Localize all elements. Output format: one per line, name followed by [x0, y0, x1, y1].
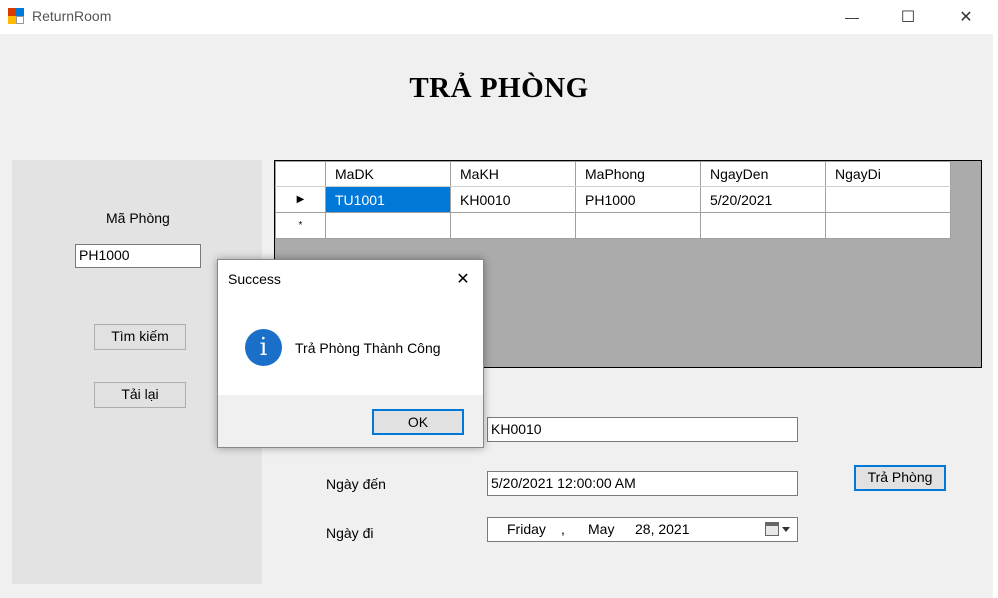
- ok-button[interactable]: OK: [372, 409, 464, 435]
- date-month[interactable]: May: [588, 521, 614, 537]
- grid-cell[interactable]: KH0010: [450, 186, 576, 213]
- reload-button[interactable]: Tải lại: [94, 382, 186, 408]
- close-icon: ✕: [959, 9, 973, 26]
- grid-corner-header: [275, 161, 326, 187]
- dialog-message: Trả Phòng Thành Công: [295, 340, 441, 356]
- grid-cell[interactable]: [825, 186, 951, 213]
- grid-header-row: MaDK MaKH MaPhong NgayDen NgayDi: [275, 161, 951, 187]
- form-client-area: TRẢ PHÒNG Mã Phòng PH1000 Tìm kiếm Tải l…: [0, 34, 998, 598]
- arrival-date-label: Ngày đến: [326, 476, 386, 492]
- grid-column-header[interactable]: NgayDen: [700, 161, 826, 187]
- calendar-icon[interactable]: [765, 522, 779, 536]
- dialog-close-button[interactable]: ✕: [452, 268, 474, 290]
- dialog-title: Success: [228, 271, 281, 287]
- date-weekday[interactable]: Friday: [507, 521, 546, 537]
- table-row-new[interactable]: *: [275, 212, 951, 239]
- minimize-icon: —: [845, 9, 859, 25]
- room-id-input[interactable]: PH1000: [75, 244, 201, 268]
- grid-cell[interactable]: TU1001: [325, 186, 451, 213]
- grid-cell[interactable]: [575, 212, 701, 239]
- form-app-icon[interactable]: [8, 8, 25, 25]
- grid-cell[interactable]: 5/20/2021: [700, 186, 826, 213]
- grid-column-header[interactable]: NgayDi: [825, 161, 951, 187]
- page-title: TRẢ PHÒNG: [409, 72, 589, 104]
- row-indicator-icon[interactable]: ▶: [275, 186, 326, 213]
- chevron-down-icon[interactable]: [782, 527, 790, 532]
- close-button[interactable]: ✕: [943, 0, 989, 34]
- arrival-date-field[interactable]: 5/20/2021 12:00:00 AM: [487, 471, 798, 496]
- maximize-icon: ☐: [900, 9, 916, 26]
- window-title: ReturnRoom: [32, 8, 112, 24]
- grid-cell[interactable]: [825, 212, 951, 239]
- date-separator: ,: [561, 521, 565, 537]
- date-day-year[interactable]: 28, 2021: [635, 521, 690, 537]
- grid-cell[interactable]: PH1000: [575, 186, 701, 213]
- maximize-button[interactable]: ☐: [885, 0, 931, 34]
- new-row-indicator-icon[interactable]: *: [275, 212, 326, 239]
- close-icon: ✕: [456, 271, 470, 288]
- customer-id-field[interactable]: KH0010: [487, 417, 798, 442]
- departure-date-picker[interactable]: Friday , May 28, 2021: [487, 517, 798, 542]
- success-dialog: Success ✕ i Trả Phòng Thành Công OK: [217, 259, 484, 448]
- table-row[interactable]: ▶ TU1001 KH0010 PH1000 5/20/2021: [275, 186, 951, 213]
- grid-column-header[interactable]: MaDK: [325, 161, 451, 187]
- dialog-footer: OK: [218, 395, 483, 447]
- grid-cell[interactable]: [325, 212, 451, 239]
- minimize-button[interactable]: —: [829, 0, 875, 34]
- grid-column-header[interactable]: MaKH: [450, 161, 576, 187]
- info-icon: i: [245, 329, 282, 366]
- window-right-edge: [993, 34, 998, 598]
- search-button[interactable]: Tìm kiếm: [94, 324, 186, 350]
- return-room-button[interactable]: Trả Phòng: [854, 465, 946, 491]
- grid-cell[interactable]: [700, 212, 826, 239]
- room-id-label: Mã Phòng: [106, 210, 170, 226]
- booking-table: MaDK MaKH MaPhong NgayDen NgayDi ▶ TU100…: [275, 161, 951, 239]
- departure-date-label: Ngày đi: [326, 525, 374, 541]
- grid-column-header[interactable]: MaPhong: [575, 161, 701, 187]
- grid-cell[interactable]: [450, 212, 576, 239]
- window-titlebar: ReturnRoom — ☐ ✕: [0, 0, 998, 34]
